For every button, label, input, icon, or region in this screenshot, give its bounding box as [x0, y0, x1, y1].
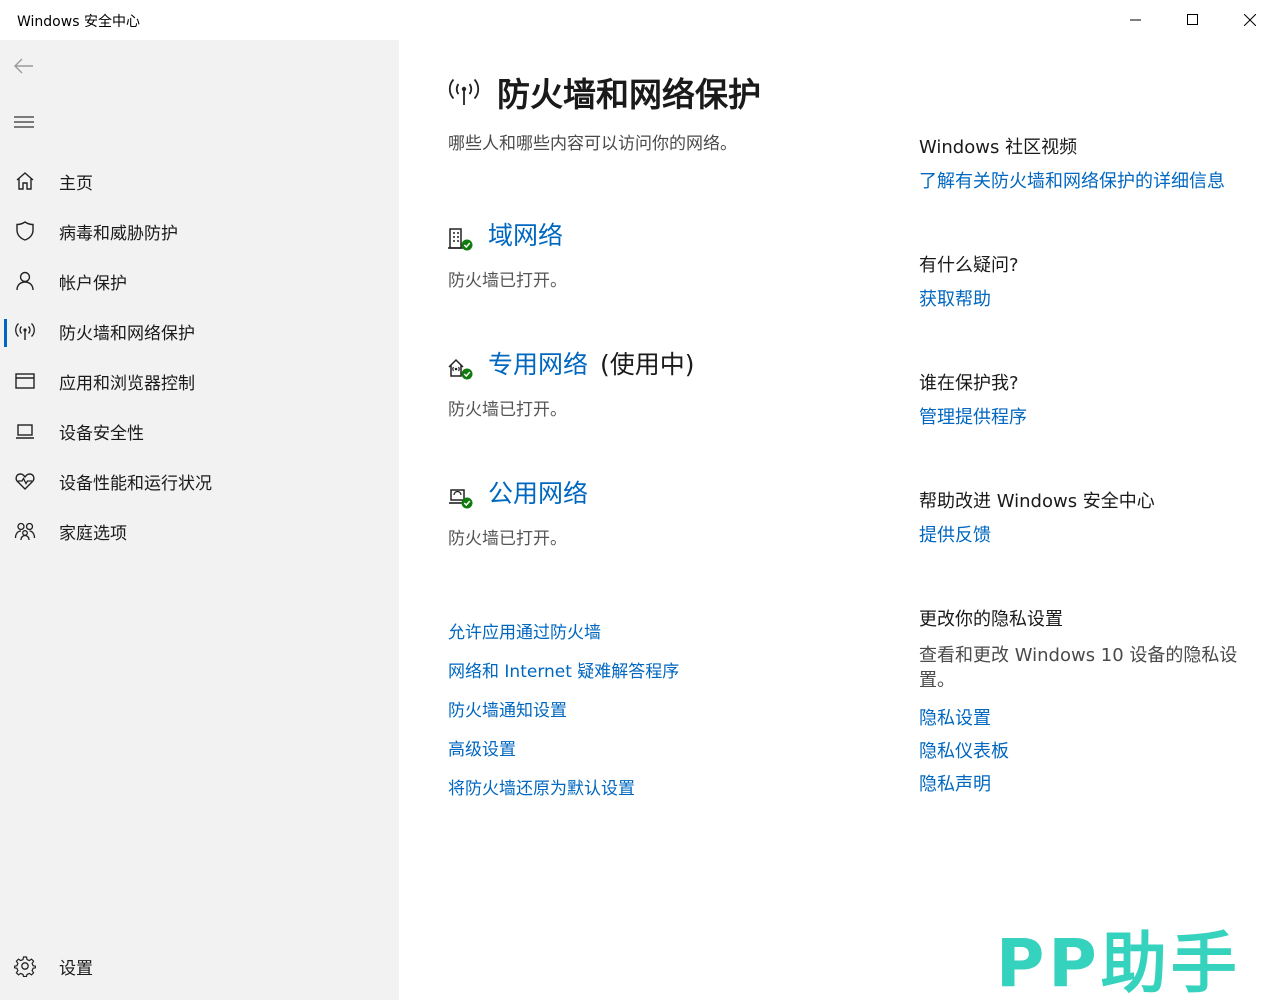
sidebar-item-label: 设备性能和运行状况 — [59, 473, 212, 494]
privacy-dashboard-link[interactable]: 隐私仪表板 — [919, 737, 1009, 763]
hamburger-menu-button[interactable] — [12, 110, 36, 134]
browser-window-icon — [14, 370, 36, 392]
privacy-settings-link[interactable]: 隐私设置 — [919, 704, 991, 730]
page-title: 防火墙和网络保护 — [497, 75, 761, 114]
home-icon — [14, 170, 36, 192]
maximize-icon — [1187, 14, 1198, 25]
sidebar-item-app-browser-control[interactable]: 应用和浏览器控制 — [0, 356, 399, 406]
allow-app-through-firewall-link[interactable]: 允许应用通过防火墙 — [448, 618, 601, 643]
in-use-label: (使用中) — [600, 350, 695, 379]
sidebar-item-virus-protection[interactable]: 病毒和威胁防护 — [0, 206, 399, 256]
restore-firewall-defaults-link[interactable]: 将防火墙还原为默认设置 — [448, 774, 635, 799]
privacy-description: 查看和更改 Windows 10 设备的隐私设置。 — [919, 645, 1238, 691]
sidebar-item-home[interactable]: 主页 — [0, 156, 399, 206]
public-network-icon — [448, 486, 474, 510]
sidebar-item-label: 帐户保护 — [59, 273, 127, 294]
sidebar-item-label: 设备安全性 — [59, 423, 144, 444]
person-icon — [14, 270, 36, 292]
hamburger-icon — [14, 116, 34, 128]
sidebar-item-label: 病毒和威胁防护 — [59, 223, 178, 244]
improve-heading: 帮助改进 Windows 安全中心 — [919, 491, 1155, 512]
private-network-icon — [448, 357, 474, 381]
minimize-icon — [1130, 19, 1141, 21]
sidebar: 主页 病毒和威胁防护 帐户保护 防火墙和网络保护 应用和浏览器控制 设备安全性 — [0, 40, 399, 1000]
watermark: PP助手 — [996, 925, 1241, 1002]
main-content: 防火墙和网络保护 哪些人和哪些内容可以访问你的网络。 域网络 防火墙已打开。 专… — [399, 40, 1279, 1002]
network-status: 防火墙已打开。 — [448, 400, 567, 420]
advanced-settings-link[interactable]: 高级设置 — [448, 735, 516, 760]
network-public-link[interactable]: 公用网络 — [488, 474, 588, 510]
sidebar-item-device-performance[interactable]: 设备性能和运行状况 — [0, 456, 399, 506]
wifi-antenna-icon — [447, 76, 481, 106]
close-button[interactable] — [1222, 0, 1278, 40]
privacy-heading: 更改你的隐私设置 — [919, 609, 1063, 630]
maximize-button[interactable] — [1165, 0, 1221, 40]
sidebar-item-account-protection[interactable]: 帐户保护 — [0, 256, 399, 306]
who-protects-heading: 谁在保护我? — [919, 373, 1019, 394]
network-troubleshooter-link[interactable]: 网络和 Internet 疑难解答程序 — [448, 657, 679, 682]
back-arrow-icon — [14, 58, 33, 74]
sidebar-item-label: 应用和浏览器控制 — [59, 373, 195, 394]
give-feedback-link[interactable]: 提供反馈 — [919, 521, 991, 547]
minimize-button[interactable] — [1108, 0, 1164, 40]
heart-pulse-icon — [14, 470, 36, 492]
learn-more-link[interactable]: 了解有关防火墙和网络保护的详细信息 — [919, 167, 1225, 193]
manage-providers-link[interactable]: 管理提供程序 — [919, 403, 1027, 429]
back-button[interactable] — [12, 54, 36, 78]
title-bar: Windows 安全中心 — [0, 0, 1279, 40]
get-help-link[interactable]: 获取帮助 — [919, 285, 991, 311]
questions-heading: 有什么疑问? — [919, 255, 1019, 276]
sidebar-item-label: 家庭选项 — [59, 523, 127, 544]
network-private-link[interactable]: 专用网络 (使用中) — [488, 345, 695, 381]
privacy-statement-link[interactable]: 隐私声明 — [919, 770, 991, 796]
network-domain-link[interactable]: 域网络 — [488, 216, 563, 252]
sidebar-item-label: 防火墙和网络保护 — [59, 323, 195, 344]
firewall-notification-settings-link[interactable]: 防火墙通知设置 — [448, 696, 567, 721]
sidebar-item-firewall[interactable]: 防火墙和网络保护 — [0, 306, 399, 356]
family-icon — [14, 520, 36, 542]
gear-icon — [14, 955, 36, 977]
shield-icon — [14, 220, 36, 242]
window-title: Windows 安全中心 — [17, 14, 140, 30]
close-icon — [1244, 14, 1256, 26]
laptop-icon — [14, 420, 36, 442]
sidebar-item-family-options[interactable]: 家庭选项 — [0, 506, 399, 556]
page-subtitle: 哪些人和哪些内容可以访问你的网络。 — [448, 134, 737, 154]
community-videos-heading: Windows 社区视频 — [919, 137, 1078, 158]
wifi-antenna-icon — [14, 320, 36, 342]
domain-network-icon — [448, 228, 474, 252]
network-status: 防火墙已打开。 — [448, 529, 567, 549]
sidebar-item-label: 设置 — [59, 958, 93, 979]
sidebar-item-device-security[interactable]: 设备安全性 — [0, 406, 399, 456]
network-status: 防火墙已打开。 — [448, 271, 567, 291]
sidebar-item-label: 主页 — [59, 173, 93, 194]
sidebar-item-settings[interactable]: 设置 — [0, 941, 399, 991]
